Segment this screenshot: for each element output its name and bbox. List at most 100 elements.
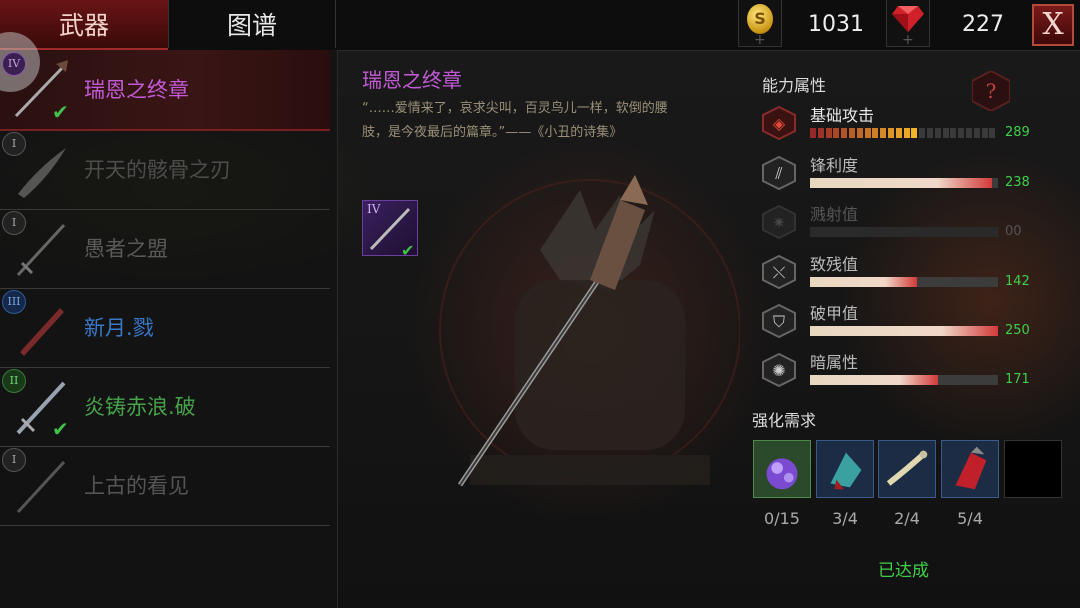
- stat-bar-segment: [934, 128, 941, 138]
- requirement-status: 已达成: [878, 561, 929, 581]
- help-button[interactable]: ?: [972, 71, 1010, 111]
- upgrade-heading: 强化需求: [752, 411, 817, 430]
- armor-break-icon: ⛉: [762, 303, 796, 339]
- stat-label: 溅射值: [810, 205, 859, 224]
- weapon-row[interactable]: II 炎铸赤浪.破 ✔: [0, 367, 330, 447]
- stat-value: 289: [1005, 125, 1030, 140]
- cripple-icon: ⤬: [762, 254, 796, 290]
- stat-bar: [810, 326, 998, 336]
- material-count: 5/4: [957, 509, 983, 528]
- weapon-row[interactable]: I 愚者之盟: [0, 209, 330, 289]
- material-slot[interactable]: [816, 440, 874, 498]
- stat-bar-fill: [810, 375, 938, 385]
- tab-codex[interactable]: 图谱: [168, 0, 336, 48]
- svg-text:✷: ✷: [772, 213, 785, 232]
- gem-slot[interactable]: +: [886, 0, 930, 48]
- weapon-title: 瑞恩之终章: [362, 68, 462, 92]
- stat-bar-segment: [966, 128, 972, 138]
- stat-bar-segment: [895, 128, 902, 138]
- stat-bar-segment: [817, 128, 824, 138]
- weapon-name: 炎铸赤浪.破: [84, 395, 196, 419]
- weapon-name: 上古的看见: [84, 474, 189, 498]
- red-gauntlet-icon: [942, 441, 998, 501]
- stat-bar-segment: [841, 128, 848, 138]
- weapon-name: 开天的骸骨之刃: [84, 158, 231, 182]
- owned-check-icon: ✔: [52, 417, 69, 441]
- weapon-name: 瑞恩之终章: [84, 78, 189, 102]
- material-slot[interactable]: [753, 440, 811, 498]
- material-count: 0/15: [764, 509, 800, 528]
- add-coins-icon: +: [754, 32, 766, 48]
- stat-bar-segment: [958, 128, 965, 138]
- material-count: 2/4: [894, 509, 920, 528]
- stat-bar-segment: [919, 128, 926, 138]
- svg-text:⫽: ⫽: [774, 164, 782, 183]
- stat-bar-segment: [950, 128, 957, 138]
- weapon-row[interactable]: I 上古的看见: [0, 446, 330, 526]
- empty-slot: [1005, 441, 1061, 501]
- stat-bar-segment: [927, 128, 933, 138]
- purple-crystal-icon: [754, 441, 810, 501]
- svg-text:✺: ✺: [772, 361, 785, 380]
- stat-label: 破甲值: [810, 304, 859, 323]
- stat-value: 238: [1005, 175, 1030, 190]
- stat-bar-fill: [810, 326, 998, 336]
- svg-text:◈: ◈: [773, 114, 786, 133]
- stats-heading: 能力属性: [762, 76, 827, 95]
- coin-slot[interactable]: S +: [738, 0, 782, 48]
- stat-bar-segment: [849, 128, 855, 138]
- svg-text:⛉: ⛉: [773, 312, 785, 331]
- base-attack-icon: ◈: [762, 105, 796, 141]
- stat-value: 171: [1005, 372, 1030, 387]
- ruby-gem-icon: [892, 6, 924, 32]
- stat-bar-fill: [810, 178, 993, 188]
- stat-bar-segment: [880, 128, 887, 138]
- crescent-blade-icon: [20, 308, 64, 356]
- stat-bar-segment: [810, 128, 816, 138]
- material-slot[interactable]: [878, 440, 936, 498]
- stat-bar-segment: [864, 128, 871, 138]
- coin-count: 1031: [808, 12, 864, 37]
- weapon-name: 新月.戮: [84, 316, 154, 340]
- splash-icon: ✷: [762, 204, 796, 240]
- stat-bar-fill: [810, 277, 918, 287]
- stat-label: 暗属性: [810, 353, 859, 372]
- gem-count: 227: [962, 12, 1004, 37]
- weapon-row[interactable]: I 开天的骸骨之刃: [0, 130, 330, 210]
- top-bar: 武器 图谱 S + 1031 + 227 X: [0, 0, 1080, 51]
- stat-bar: [810, 277, 998, 287]
- stat-bar-segment: [888, 128, 894, 138]
- stat-bar-segment: [973, 128, 980, 138]
- stat-bar: [810, 227, 998, 237]
- weapon-row-selected[interactable]: IV 瑞恩之终章 ✔: [0, 32, 330, 131]
- stat-value: 142: [1005, 274, 1030, 289]
- stat-bar-segment: [942, 128, 949, 138]
- stat-bar-segment: [989, 128, 996, 138]
- stat-bar-segment: [872, 128, 879, 138]
- owned-check-icon: ✔: [401, 241, 415, 260]
- dark-attribute-icon: ✺: [762, 352, 796, 388]
- stat-bar-segment: [911, 128, 918, 138]
- material-slot[interactable]: [941, 440, 999, 498]
- weapon-lore-quote: “……爱情来了，哀求尖叫，百灵鸟儿一样，软倒的腰肢，是今夜最后的篇章。”——《小…: [362, 101, 668, 140]
- weapon-detail-icon: IV ✔: [362, 200, 418, 260]
- stat-bar: [810, 178, 998, 188]
- stat-bar-segment: [856, 128, 863, 138]
- stat-bar: [810, 128, 998, 138]
- add-gems-icon: +: [902, 32, 914, 48]
- stat-value: 250: [1005, 323, 1030, 338]
- stat-label: 锋利度: [810, 156, 859, 175]
- svg-text:⤬: ⤬: [773, 263, 786, 282]
- weapon-row[interactable]: III 新月.戮: [0, 288, 330, 368]
- stat-bar-segment: [825, 128, 832, 138]
- ancient-sword-icon: [16, 460, 66, 514]
- material-slot[interactable]: [1004, 440, 1062, 498]
- close-button[interactable]: X: [1032, 4, 1074, 46]
- stat-bar-segment: [981, 128, 988, 138]
- help-label: ?: [986, 79, 997, 103]
- stat-bar: [810, 375, 998, 385]
- sharpness-icon: ⫽: [762, 155, 796, 191]
- stat-label: 致残值: [810, 255, 859, 274]
- stat-bar-segment: [903, 128, 910, 138]
- owned-check-icon: ✔: [52, 100, 69, 124]
